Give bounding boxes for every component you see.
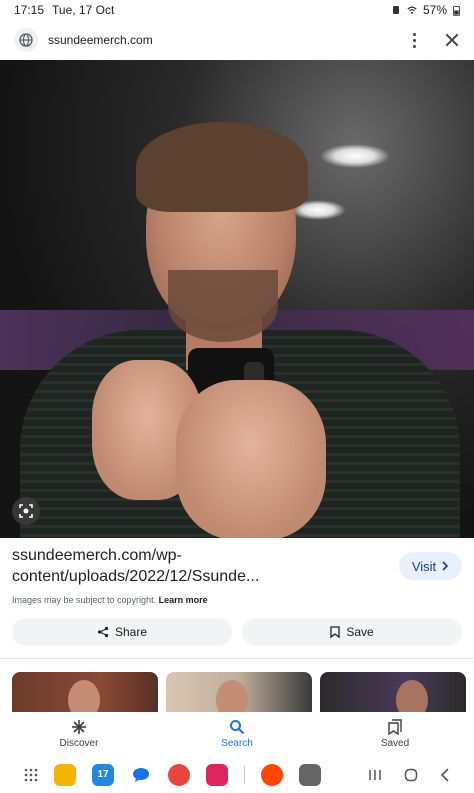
nav-search-label: Search [221,738,253,749]
action-buttons: Share Save [12,618,462,646]
roblox-app-icon[interactable] [299,763,321,786]
lens-icon [19,504,33,518]
nav-saved[interactable]: Saved [316,712,474,756]
battery-icon [453,5,460,16]
back-icon[interactable] [440,767,450,782]
files-app-icon[interactable] [54,763,76,786]
battery-percent: 57% [422,3,447,17]
related-images [12,672,474,712]
save-label: Save [346,625,374,639]
related-image-thumbnail[interactable] [320,672,466,712]
save-button[interactable]: Save [242,618,462,646]
more-vert-icon[interactable] [406,30,422,50]
right-hand [176,380,326,538]
nav-discover[interactable]: Discover [0,712,158,756]
status-date: Tue, 17 Oct [52,3,115,17]
calendar-app-icon[interactable]: 17 [92,763,114,786]
visit-label: Visit [411,558,437,574]
url-bar: ssundeemerch.com [0,22,474,58]
share-label: Share [114,625,148,639]
result-image[interactable] [0,60,474,538]
beard [168,270,278,342]
status-bar: 17:15 Tue, 17 Oct 57% [0,0,474,20]
url-text[interactable]: ssundeemerch.com [48,33,153,47]
share-icon [97,626,109,638]
dock-divider [244,765,245,784]
wifi-icon [407,6,417,14]
bottom-navigation: Discover Search Saved [0,712,474,756]
chevron-right-icon [442,561,449,571]
app-drawer-icon[interactable] [24,768,38,782]
related-image-thumbnail[interactable] [12,672,158,712]
nav-search[interactable]: Search [158,712,316,756]
source-title[interactable]: ssundeemerch.com/wp-content/uploads/2022… [12,545,372,587]
recents-icon[interactable] [368,768,382,782]
hair [136,122,308,212]
close-icon[interactable] [444,32,460,48]
globe-icon[interactable] [14,28,38,52]
status-time: 17:15 [14,3,45,17]
share-button[interactable]: Share [12,618,232,646]
home-icon[interactable] [404,768,418,782]
related-image-thumbnail[interactable] [166,672,312,712]
alarm-icon [392,6,399,14]
learn-more-link[interactable]: Learn more [159,595,208,605]
lens-button[interactable] [12,497,40,525]
system-navigation [368,767,450,782]
visit-button[interactable]: Visit [399,552,462,580]
messages-app-icon[interactable] [130,763,152,786]
taskbar: 17 [0,756,474,793]
copyright-text: Images may be subject to copyright. [12,595,157,605]
bookmark-icon [330,626,340,638]
search-icon [230,720,245,735]
bookmarks-icon [388,719,402,735]
camera-app-icon[interactable] [206,763,228,786]
result-info: ssundeemerch.com/wp-content/uploads/2022… [12,545,462,605]
asterisk-icon [72,720,86,734]
reddit-app-icon[interactable] [261,763,283,786]
calendar-day: 17 [97,769,109,780]
nav-saved-label: Saved [380,738,410,749]
divider [0,658,474,659]
copyright-notice: Images may be subject to copyright. Lear… [12,595,462,605]
ceiling-light [320,144,390,168]
nav-discover-label: Discover [59,738,99,749]
contacts-app-icon[interactable] [168,763,190,786]
